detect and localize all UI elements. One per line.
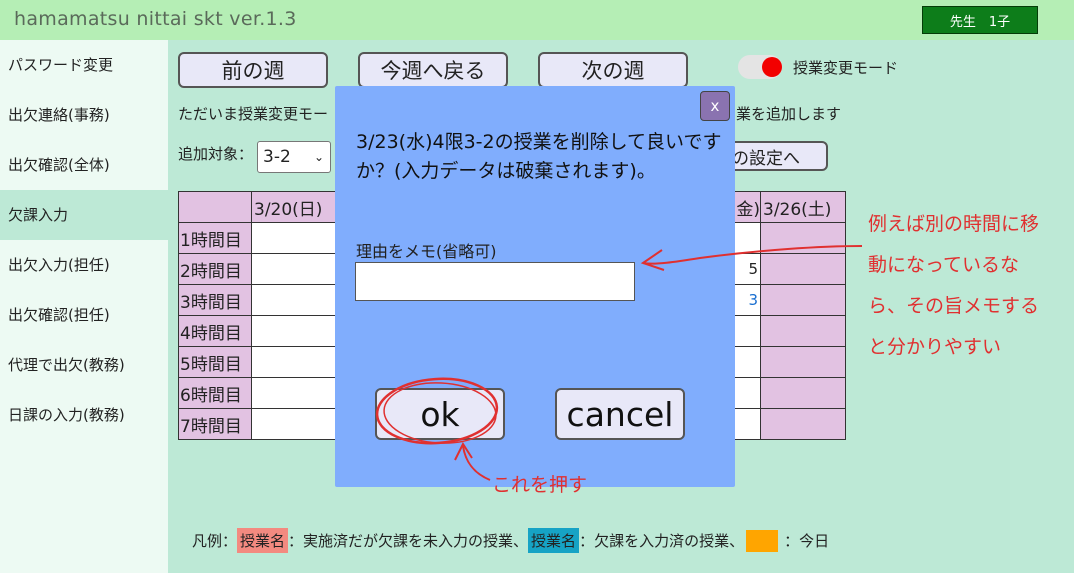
annotation-memo-note: 例えば別の時間に移動になっているなら、その旨メモすると分かりやすい <box>868 213 1040 358</box>
arrowhead-memo-icon <box>640 249 665 271</box>
ok-circle-icon <box>383 382 497 444</box>
annotation-press-note: これを押す <box>492 474 588 496</box>
ok-circle-icon <box>375 377 499 445</box>
arrow-to-memo-icon <box>642 245 863 265</box>
